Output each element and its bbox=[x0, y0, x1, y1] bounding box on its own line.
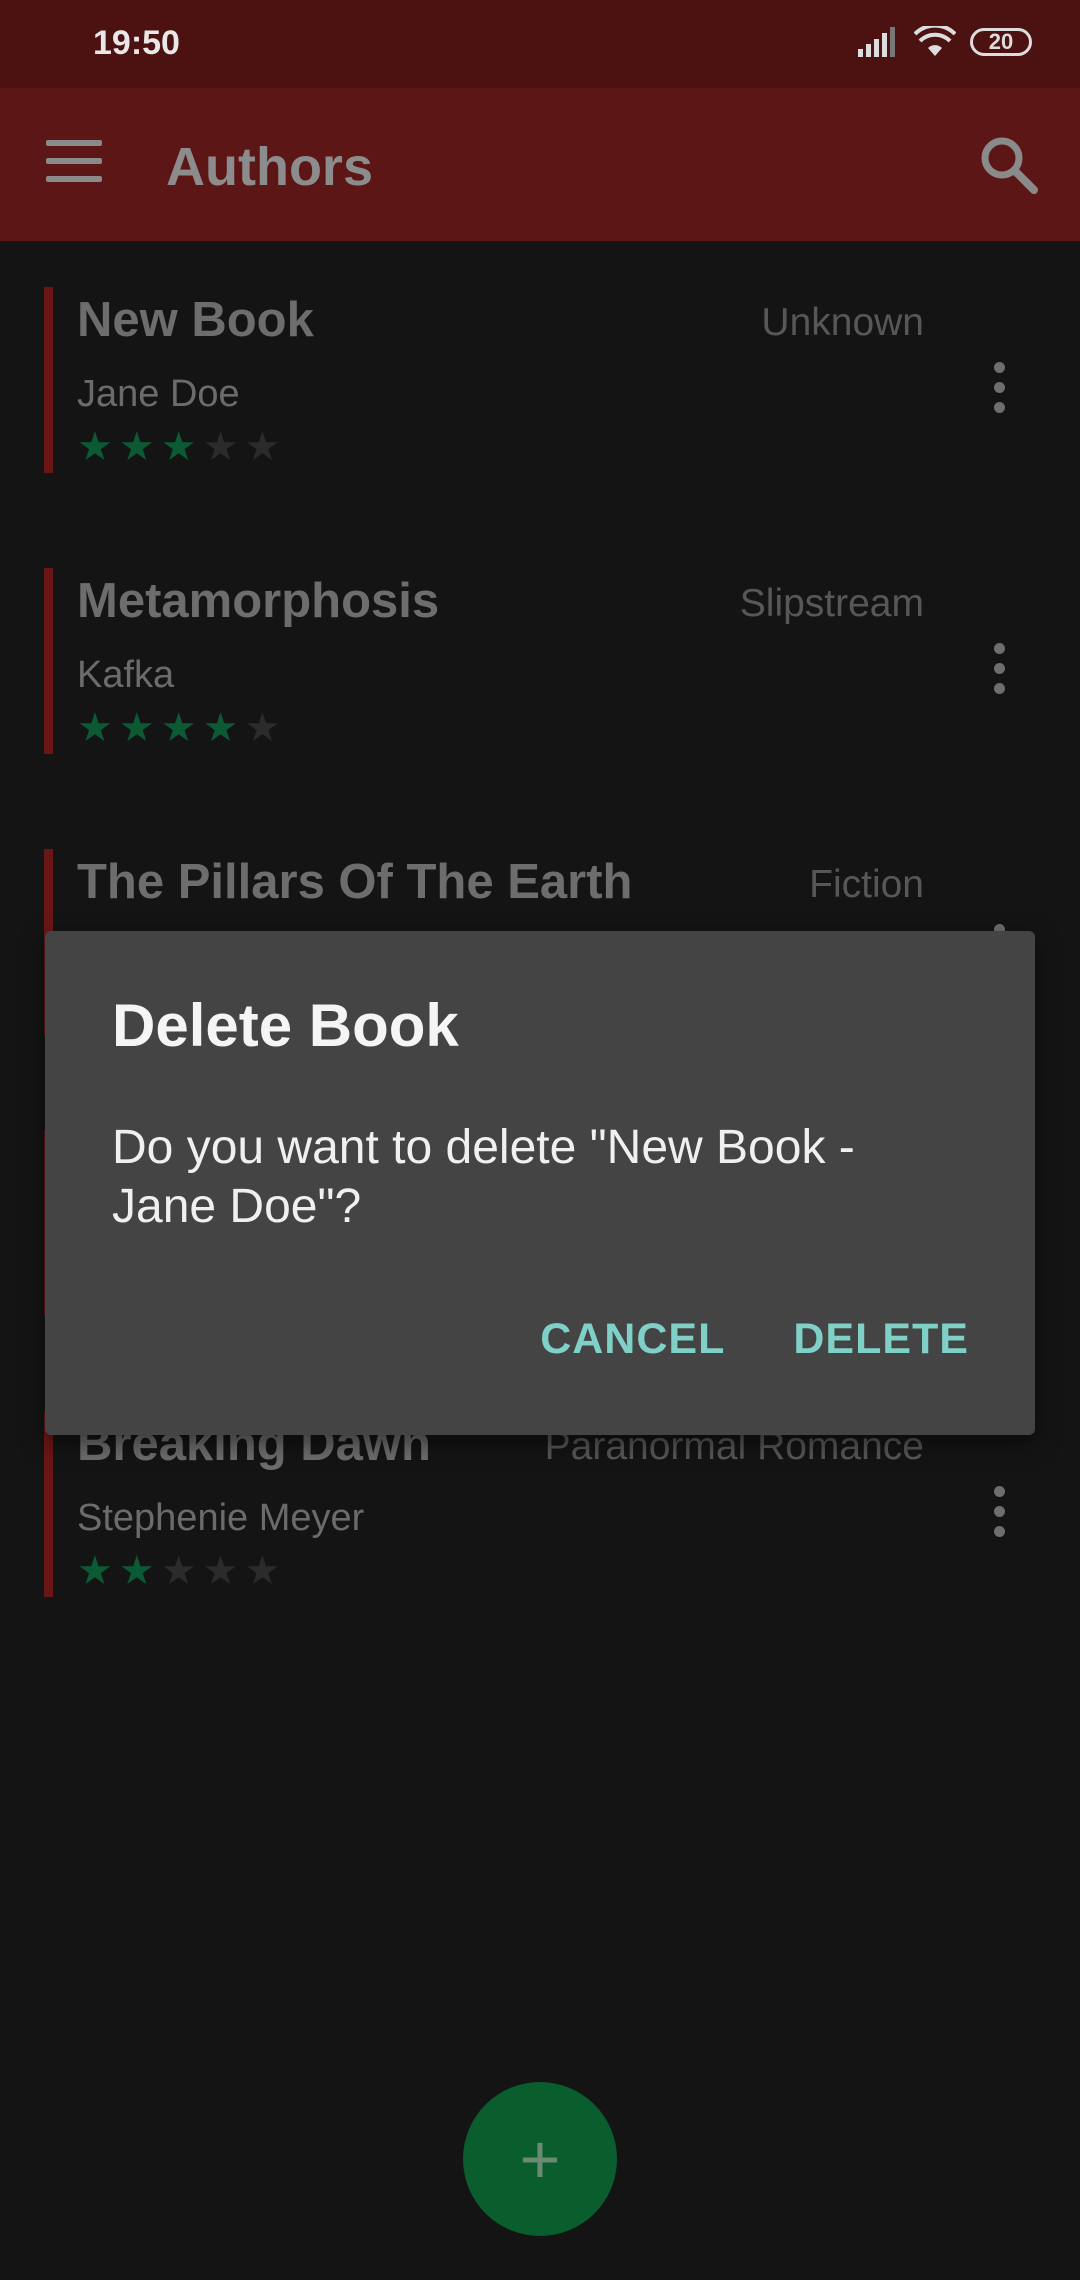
dialog-message: Do you want to delete "New Book - Jane D… bbox=[112, 1121, 855, 1233]
delete-button[interactable]: DELETE bbox=[793, 1315, 969, 1364]
delete-dialog: Delete Book Do you want to delete "New B… bbox=[45, 931, 1035, 1435]
dialog-title: Delete Book bbox=[112, 992, 459, 1059]
dialog-actions: CANCEL DELETE bbox=[540, 1315, 969, 1364]
cancel-button[interactable]: CANCEL bbox=[540, 1315, 725, 1364]
